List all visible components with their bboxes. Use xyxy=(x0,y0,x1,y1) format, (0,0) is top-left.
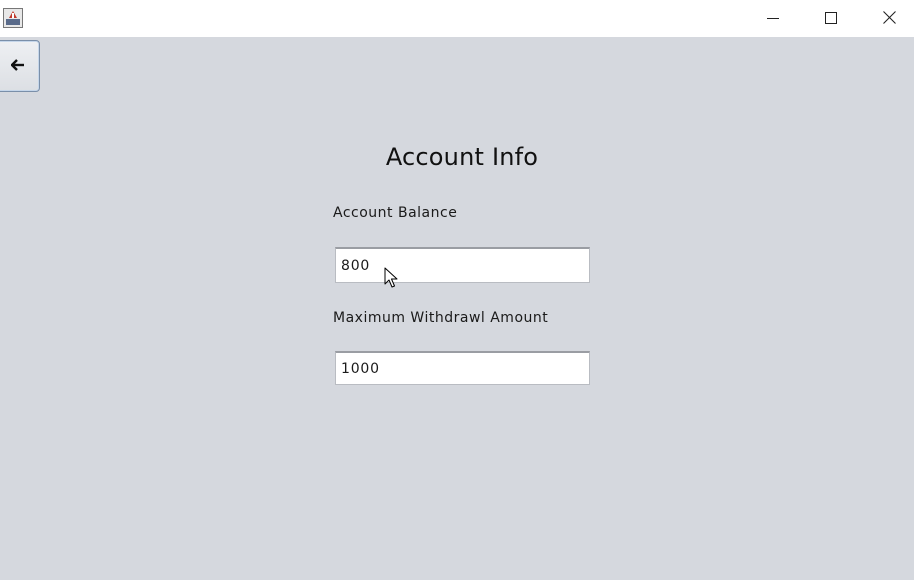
back-button[interactable] xyxy=(0,40,40,92)
main-panel: Account Info Account Balance Maximum Wit… xyxy=(0,37,914,580)
mouse-cursor-icon xyxy=(384,267,398,289)
close-icon xyxy=(882,9,896,28)
window-titlebar xyxy=(0,0,914,37)
account-balance-label: Account Balance xyxy=(333,205,458,221)
maximize-button[interactable] xyxy=(802,0,860,37)
account-balance-field[interactable] xyxy=(335,247,590,283)
max-withdrawal-field[interactable] xyxy=(335,351,590,385)
app-icon[interactable] xyxy=(3,8,23,28)
max-withdrawal-label: Maximum Withdrawl Amount xyxy=(333,310,549,326)
close-button[interactable] xyxy=(860,0,914,37)
minimize-button[interactable] xyxy=(744,0,802,37)
maximize-icon xyxy=(825,9,837,28)
arrow-left-icon xyxy=(10,58,25,74)
page-title: Account Info xyxy=(385,143,539,171)
minimize-icon xyxy=(767,9,779,28)
